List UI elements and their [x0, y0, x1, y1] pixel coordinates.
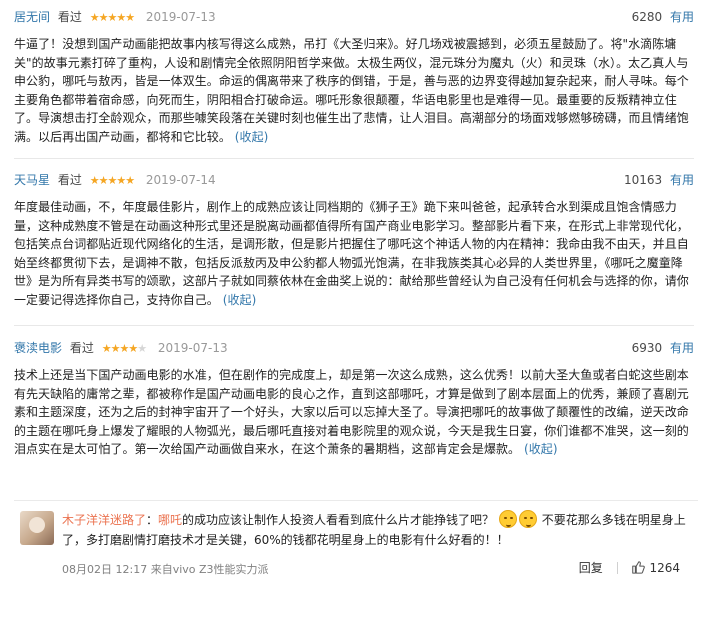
- like-button[interactable]: 1264: [631, 561, 680, 575]
- review-body: 技术上还是当下国产动画电影的水准，但在剧作的完成度上，却是第一次这么成熟，这么优…: [14, 368, 689, 457]
- comment-meta: 08月02日 12:17 来自vivo Z3性能实力派: [62, 561, 269, 577]
- page: 居无间 看过 ★★★★★ 2019-07-13 6280 有用 牛逼了！没想到国…: [0, 0, 706, 635]
- collapse-link[interactable]: (收起): [235, 130, 269, 144]
- smile-emoji-icon: [518, 510, 537, 528]
- reply-button[interactable]: 回复: [579, 561, 603, 575]
- comment-source: 来自vivo Z3性能实力派: [150, 563, 269, 576]
- cropped-text-strip: [14, 486, 134, 496]
- review-username[interactable]: 褒渎电影: [14, 341, 62, 355]
- watched-label: 看过: [57, 10, 82, 24]
- review-text: 年度最佳动画，不，年度最佳影片，剧作上的成熟应该让同档期的《狮子王》跪下来叫爸爸…: [14, 198, 694, 310]
- star-icon: ★: [116, 11, 126, 24]
- star-icon: ★: [107, 174, 117, 187]
- review-username[interactable]: 居无间: [14, 10, 50, 24]
- review-header: 褒渎电影 看过 ★★★★★ 2019-07-13 6930 有用: [14, 337, 694, 359]
- star-rating-icon: ★★★★★: [89, 11, 135, 24]
- watched-label: 看过: [57, 173, 82, 187]
- review-text: 牛逼了！没想到国产动画能把故事内核写得这么成熟，吊打《大圣归来》。好几场戏被震撼…: [14, 35, 694, 147]
- comment-text: 木子洋洋迷路了：哪吒的成功应该让制作人投资人看看到底什么片才能挣钱了吧？ 不要花…: [62, 510, 694, 550]
- collapse-link[interactable]: (收起): [223, 293, 257, 307]
- thumbs-up-icon: [632, 561, 646, 574]
- divider: [14, 325, 694, 326]
- useful-vote: 6280 有用: [632, 6, 694, 28]
- watched-label: 看过: [69, 341, 94, 355]
- star-icon: ★: [125, 174, 135, 187]
- star-rating-icon: ★★★★★: [89, 174, 135, 187]
- star-rating-icon: ★★★★★: [101, 342, 147, 355]
- useful-count: 6930: [631, 341, 663, 355]
- review-header: 居无间 看过 ★★★★★ 2019-07-13 6280 有用: [14, 6, 694, 28]
- action-separator: [616, 562, 618, 574]
- star-icon: ★: [116, 174, 126, 187]
- comment-actions: 回复 1264: [579, 559, 680, 576]
- review-body: 年度最佳动画，不，年度最佳影片，剧作上的成熟应该让同档期的《狮子王》跪下来叫爸爸…: [14, 200, 689, 307]
- useful-count: 10163: [623, 173, 663, 187]
- useful-button[interactable]: 有用: [670, 341, 694, 355]
- star-icon: ★: [89, 174, 100, 187]
- star-icon: ★: [89, 11, 100, 24]
- review-username[interactable]: 天马星: [14, 173, 50, 187]
- star-icon: ★: [137, 342, 147, 355]
- useful-vote: 6930 有用: [632, 337, 694, 359]
- comment-username[interactable]: 木子洋洋迷路了: [62, 513, 146, 527]
- useful-count: 6280: [631, 10, 663, 24]
- review-text: 技术上还是当下国产动画电影的水准，但在剧作的完成度上，却是第一次这么成熟，这么优…: [14, 366, 694, 459]
- divider: [14, 158, 694, 159]
- comment-time: 08月02日 12:17: [62, 563, 148, 576]
- comment-text-part1: 的成功应该让制作人投资人看看到底什么片才能挣钱了吧？: [182, 513, 495, 527]
- review-date: 2019-07-14: [145, 173, 216, 187]
- useful-vote: 10163 有用: [624, 169, 694, 191]
- star-icon: ★: [107, 11, 117, 24]
- review-body: 牛逼了！没想到国产动画能把故事内核写得这么成熟，吊打《大圣归来》。好几场戏被震撼…: [14, 37, 689, 144]
- like-count: 1264: [649, 561, 680, 575]
- avatar[interactable]: [20, 511, 54, 545]
- review-item: 居无间 看过 ★★★★★ 2019-07-13 6280 有用 牛逼了！没想到国…: [14, 6, 694, 147]
- review-date: 2019-07-13: [157, 341, 228, 355]
- smile-emoji-icon: [498, 510, 517, 528]
- collapse-link[interactable]: (收起): [524, 442, 558, 456]
- comment-colon: ：: [146, 513, 159, 527]
- review-header: 天马星 看过 ★★★★★ 2019-07-14 10163 有用: [14, 169, 694, 191]
- topic-link[interactable]: 哪吒: [158, 513, 182, 527]
- star-icon: ★: [101, 342, 112, 355]
- useful-button[interactable]: 有用: [670, 173, 694, 187]
- star-icon: ★: [128, 342, 138, 355]
- review-item: 褒渎电影 看过 ★★★★★ 2019-07-13 6930 有用 技术上还是当下…: [14, 337, 694, 459]
- star-icon: ★: [119, 342, 129, 355]
- useful-button[interactable]: 有用: [670, 10, 694, 24]
- review-item: 天马星 看过 ★★★★★ 2019-07-14 10163 有用 年度最佳动画，…: [14, 169, 694, 310]
- review-date: 2019-07-13: [145, 10, 216, 24]
- comment-item: 木子洋洋迷路了：哪吒的成功应该让制作人投资人看看到底什么片才能挣钱了吧？ 不要花…: [14, 500, 698, 586]
- star-icon: ★: [125, 11, 135, 24]
